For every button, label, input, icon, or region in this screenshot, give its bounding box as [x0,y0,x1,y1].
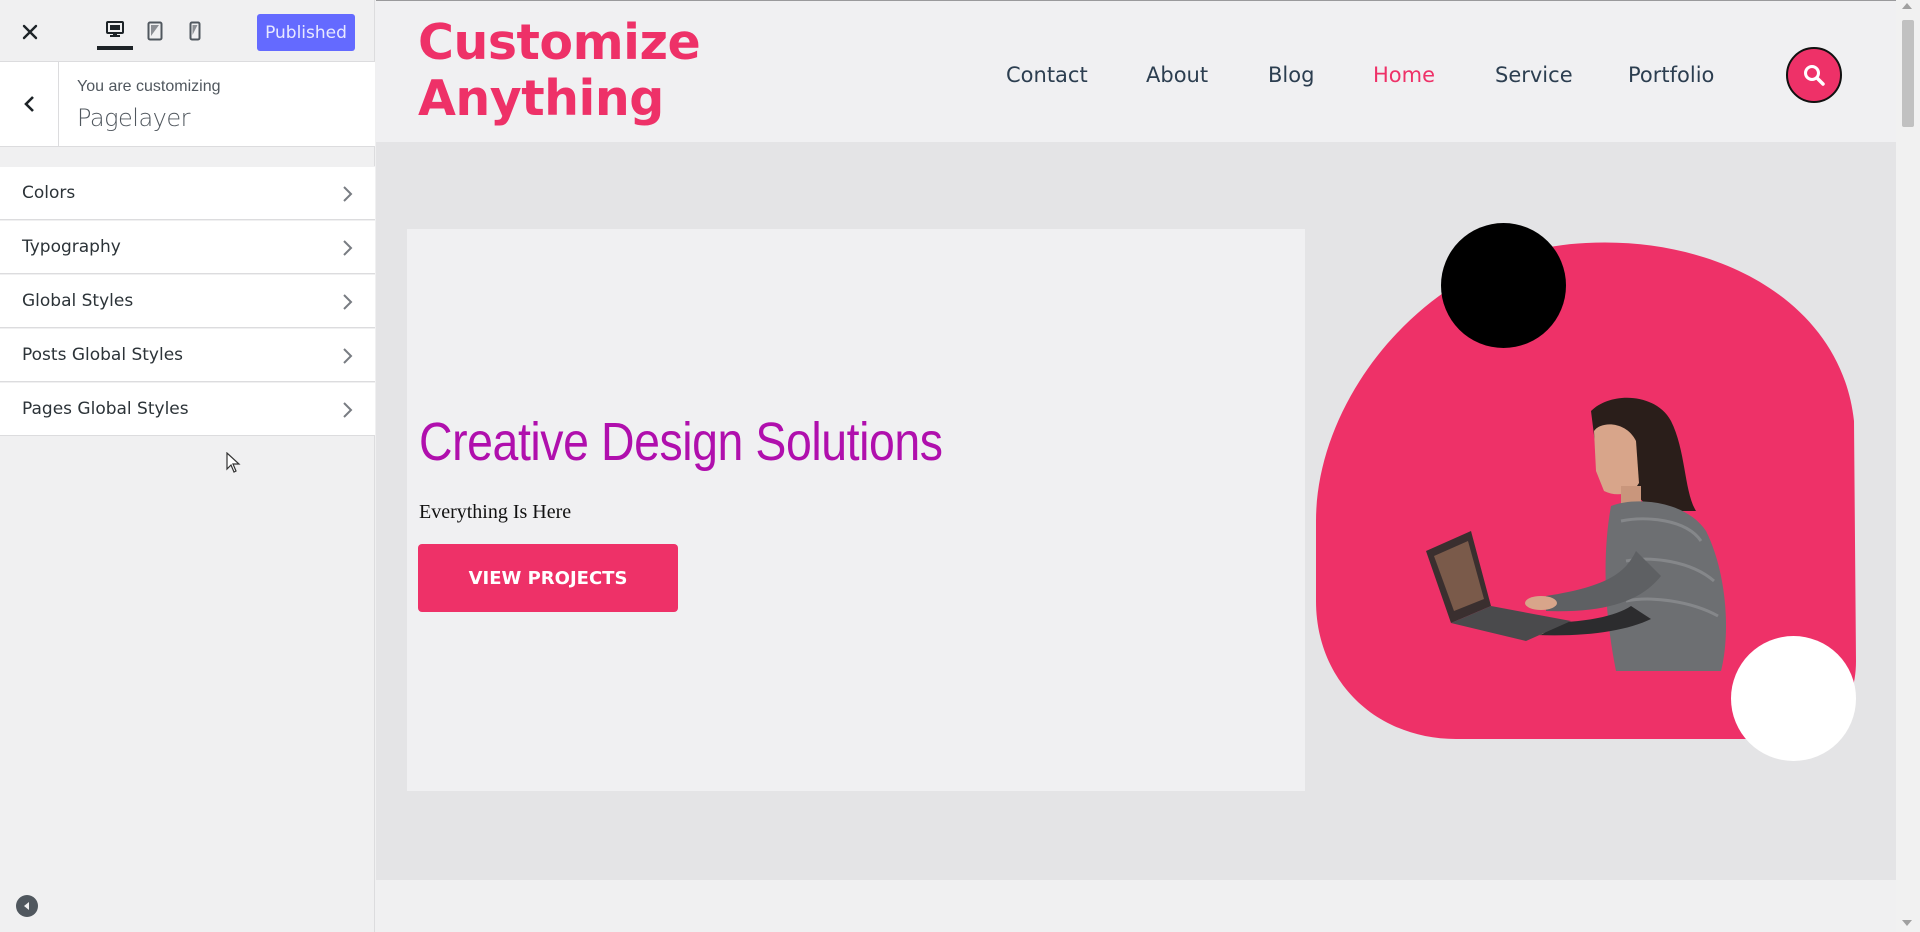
tablet-icon [147,21,163,41]
preview-scrollbar[interactable] [1896,0,1920,932]
nav-service[interactable]: Service [1495,63,1573,87]
section-posts-global-styles[interactable]: Posts Global Styles [0,328,375,382]
customizing-title: Pagelayer [77,104,190,132]
chevron-right-icon [343,348,353,364]
section-label: Global Styles [22,291,134,311]
hero-title: Creative Design Solutions [419,412,943,472]
customizer-app: Published You are customizing Pagelayer … [0,0,1920,932]
preview-mobile-button[interactable] [177,12,213,50]
chevron-right-icon [343,240,353,256]
site-header: Customize Anything Contact About Blog Ho… [376,1,1900,142]
chevron-left-icon [24,96,34,112]
close-customizer-button[interactable] [8,12,52,52]
section-label: Colors [22,183,76,203]
chevron-right-icon [343,402,353,418]
logo-line-1: Customize [418,14,701,71]
view-projects-button[interactable]: VIEW PROJECTS [418,544,678,612]
hero-subtitle: Everything Is Here [419,501,572,523]
section-colors[interactable]: Colors [0,166,375,220]
nav-blog[interactable]: Blog [1268,63,1314,87]
sidebar-header: Published [0,0,375,62]
preview-desktop-button[interactable] [97,12,133,50]
section-label: Posts Global Styles [22,345,184,365]
back-button[interactable] [0,62,59,146]
search-icon [1804,65,1825,86]
customizing-label: You are customizing [77,78,221,95]
scrollbar-thumb[interactable] [1902,20,1914,127]
collapse-sidebar-button[interactable] [16,895,38,917]
decorative-black-circle [1441,223,1566,348]
section-typography[interactable]: Typography [0,220,375,274]
collapse-icon [24,902,29,910]
publish-button[interactable]: Published [257,14,355,51]
decorative-white-circle [1731,636,1856,761]
nav-contact[interactable]: Contact [1006,63,1088,87]
chevron-right-icon [343,294,353,310]
nav-portfolio[interactable]: Portfolio [1628,63,1714,87]
scroll-up-arrow-icon[interactable] [1902,3,1912,9]
logo-line-2: Anything [418,70,664,127]
mobile-icon [189,21,201,41]
scroll-down-arrow-icon[interactable] [1902,920,1912,926]
preview-tablet-button[interactable] [137,12,173,50]
section-label: Pages Global Styles [22,399,189,419]
close-icon [22,24,38,40]
site-preview: Customize Anything Contact About Blog Ho… [376,0,1900,880]
mouse-pointer-icon [226,452,241,473]
customizing-info-panel: You are customizing Pagelayer [0,61,375,147]
nav-home[interactable]: Home [1373,63,1435,87]
site-search-button[interactable] [1786,47,1842,103]
customizer-section-list: Colors Typography Global Styles Posts Gl… [0,166,375,436]
hero-person-image [1426,397,1726,671]
section-label: Typography [22,237,121,257]
section-global-styles[interactable]: Global Styles [0,274,375,328]
section-pages-global-styles[interactable]: Pages Global Styles [0,382,375,436]
customizer-sidebar: Published You are customizing Pagelayer … [0,0,375,932]
desktop-icon [106,21,124,37]
site-logo[interactable]: Customize Anything [418,14,701,127]
chevron-right-icon [343,186,353,202]
nav-about[interactable]: About [1146,63,1208,87]
